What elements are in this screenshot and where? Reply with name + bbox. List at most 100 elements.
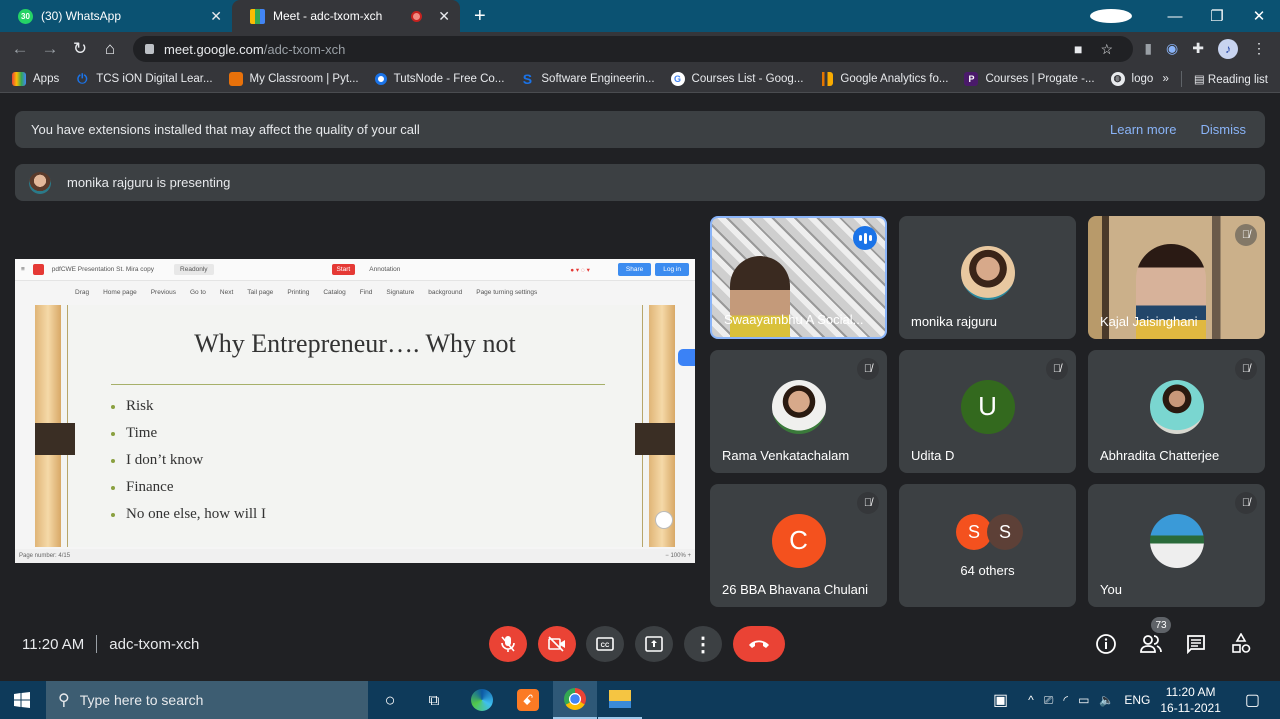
- bookmark-label: My Classroom | Pyt...: [249, 72, 359, 85]
- bookmark-tcs-ion[interactable]: ⏻ TCS iON Digital Lear...: [75, 71, 212, 86]
- pdf-tool: Page turning settings: [476, 288, 538, 296]
- participant-tile[interactable]: 🎙̸ U Udita D: [899, 350, 1076, 473]
- leave-call-button[interactable]: [733, 626, 785, 662]
- participant-name: Rama Venkatachalam: [722, 448, 850, 463]
- reading-list-icon: ▤: [1193, 73, 1208, 86]
- file-explorer-taskbar-icon[interactable]: [598, 681, 642, 719]
- restore-icon[interactable]: ❐: [1196, 7, 1238, 25]
- meeting-details-button[interactable]: [1094, 632, 1118, 656]
- reload-icon[interactable]: ↻: [65, 39, 95, 59]
- battery-icon[interactable]: ▭: [1078, 693, 1089, 707]
- pdf-tool: Home page: [103, 288, 137, 296]
- task-view-icon[interactable]: ⧉: [412, 681, 456, 719]
- start-button[interactable]: [0, 681, 44, 719]
- volume-icon[interactable]: 🔈: [1099, 693, 1114, 707]
- mic-off-icon: 🎙̸: [1235, 492, 1257, 514]
- edge-taskbar-icon[interactable]: [460, 681, 504, 719]
- more-bookmarks-icon[interactable]: »: [1162, 73, 1168, 85]
- new-tab-button[interactable]: +: [474, 0, 486, 32]
- dismiss-button[interactable]: Dismiss: [1201, 122, 1247, 137]
- search-icon: ⚲: [58, 692, 70, 709]
- browser-toolbar: ← → ↻ ⌂ meet.google.com/adc-txom-xch ■ ☆…: [0, 32, 1280, 65]
- chrome-taskbar-icon[interactable]: [553, 681, 597, 719]
- more-options-button[interactable]: ⋮: [684, 626, 722, 662]
- browser-tab-strip: 30 (30) WhatsApp ✕ Meet - adc-txom-xch ✕…: [0, 0, 1280, 32]
- bullet-item: No one else, how will I: [111, 501, 266, 528]
- bookmark-logo[interactable]: ◍ logo: [1110, 71, 1153, 86]
- warning-text: You have extensions installed that may a…: [31, 122, 420, 137]
- bookmark-my-classroom[interactable]: My Classroom | Pyt...: [228, 71, 359, 86]
- language-indicator[interactable]: ENG: [1124, 693, 1150, 707]
- wifi-icon[interactable]: ◜: [1063, 693, 1068, 707]
- cortana-icon[interactable]: ○: [368, 681, 412, 719]
- reading-list-button[interactable]: ▤ Reading list: [1194, 72, 1268, 86]
- bookmark-apps[interactable]: Apps: [12, 71, 59, 86]
- bookmark-software-engineering[interactable]: S Software Engineerin...: [520, 71, 655, 87]
- taskbar-search-box[interactable]: ⚲ Type here to search: [46, 681, 368, 719]
- participant-avatar: [771, 379, 826, 434]
- participant-avatar: [1149, 513, 1204, 568]
- news-widget-icon[interactable]: ▣: [993, 690, 1008, 710]
- bookmark-label: Google Analytics fo...: [840, 72, 949, 85]
- participant-tile[interactable]: 🎙̸ Kajal Jaisinghani: [1088, 216, 1265, 339]
- notifications-icon[interactable]: ▢: [1245, 690, 1260, 710]
- xampp-taskbar-icon[interactable]: ꗃ: [506, 681, 550, 719]
- bookmark-progate[interactable]: P Courses | Progate -...: [964, 71, 1095, 86]
- bookmark-tutsnode[interactable]: TutsNode - Free Co...: [374, 72, 504, 85]
- extension-pin-icon[interactable]: ◉: [1166, 40, 1178, 57]
- camera-toggle-button[interactable]: [538, 626, 576, 662]
- back-icon[interactable]: ←: [5, 39, 35, 59]
- address-bar[interactable]: meet.google.com/adc-txom-xch ■ ☆: [133, 36, 1133, 62]
- participant-tile[interactable]: Swaayambhu A Social...: [710, 216, 887, 339]
- bookmark-google-analytics[interactable]: Google Analytics fo...: [819, 71, 949, 86]
- chrome-menu-icon[interactable]: ⋮: [1252, 40, 1266, 57]
- participant-tile[interactable]: 🎙̸ Rama Venkatachalam: [710, 350, 887, 473]
- participant-tile-self[interactable]: 🎙̸ You: [1088, 484, 1265, 607]
- clock-time: 11:20 AM: [1165, 685, 1216, 699]
- annotation-tab: Annotation: [369, 266, 401, 273]
- activities-button[interactable]: [1229, 632, 1253, 656]
- participant-tile[interactable]: 🎙̸ C 26 BBA Bhavana Chulani: [710, 484, 887, 607]
- close-window-icon[interactable]: ✕: [1238, 7, 1280, 25]
- presenter-avatar: [29, 171, 51, 194]
- tab-search-icon[interactable]: ▼: [1090, 8, 1132, 25]
- chat-button[interactable]: [1184, 632, 1208, 656]
- close-tab-icon[interactable]: ✕: [210, 8, 222, 25]
- pdf-tool: Go to: [190, 288, 206, 296]
- present-now-button[interactable]: [635, 626, 673, 662]
- close-tab-icon[interactable]: ✕: [438, 8, 450, 25]
- meet-now-icon[interactable]: ⎚: [1044, 693, 1054, 708]
- forward-icon[interactable]: →: [35, 39, 65, 59]
- participant-name: Udita D: [911, 448, 955, 463]
- bookmark-star-icon[interactable]: ☆: [1100, 41, 1113, 58]
- bullet-item: I don’t know: [111, 447, 266, 474]
- globe-icon: ◍: [1110, 71, 1125, 86]
- learn-more-link[interactable]: Learn more: [1110, 122, 1176, 137]
- others-tile[interactable]: S S 64 others: [899, 484, 1076, 607]
- profile-avatar[interactable]: ♪: [1218, 38, 1238, 59]
- participant-tile[interactable]: 🎙̸ Abhradita Chatterjee: [1088, 350, 1265, 473]
- tab-whatsapp[interactable]: 30 (30) WhatsApp ✕: [0, 0, 232, 32]
- shared-screen[interactable]: ≡ pdfCWE Presentation St. Mira copy Read…: [15, 259, 695, 563]
- pdf-tool: Catalog: [323, 288, 346, 296]
- bookmark-courses-list[interactable]: G Courses List - Goog...: [670, 71, 803, 86]
- participant-tile[interactable]: monika rajguru: [899, 216, 1076, 339]
- show-hidden-icons[interactable]: ^: [1028, 693, 1034, 707]
- home-icon[interactable]: ⌂: [95, 39, 125, 59]
- camera-in-use-icon[interactable]: ■: [1074, 41, 1082, 58]
- bookmarks-bar: Apps ⏻ TCS iON Digital Lear... My Classro…: [0, 65, 1280, 93]
- minimize-icon[interactable]: —: [1154, 8, 1196, 25]
- captions-button[interactable]: CC: [586, 626, 624, 662]
- tab-meet[interactable]: Meet - adc-txom-xch ✕: [232, 0, 460, 32]
- mic-toggle-button[interactable]: [489, 626, 527, 662]
- pdf-share-button: Share: [617, 263, 652, 276]
- extension-icon[interactable]: ▮: [1144, 40, 1152, 57]
- mic-off-icon: [501, 636, 515, 652]
- present-icon: [645, 636, 663, 652]
- system-clock[interactable]: 11:20 AM 16-11-2021: [1160, 684, 1221, 716]
- extensions-puzzle-icon[interactable]: ✚: [1192, 40, 1204, 57]
- meeting-info: 11:20 AM adc-txom-xch: [22, 635, 199, 653]
- windows-taskbar: ⚲ Type here to search ○ ⧉ ꗃ ▣ ^ ⎚ ◜ ▭ 🔈 …: [0, 681, 1280, 719]
- participant-count-badge: 73: [1151, 617, 1171, 633]
- people-button[interactable]: [1139, 632, 1163, 656]
